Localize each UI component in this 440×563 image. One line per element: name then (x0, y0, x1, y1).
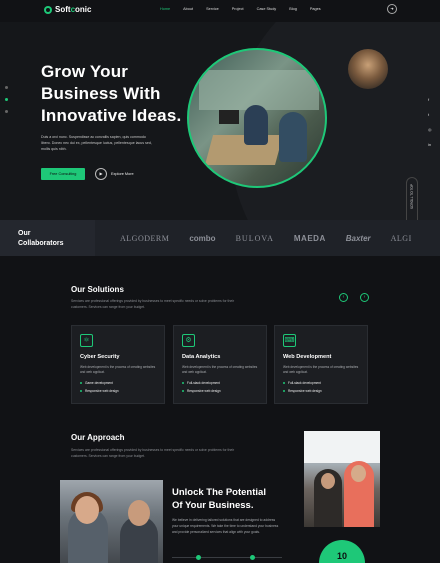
approach-progress-slider[interactable] (172, 555, 282, 560)
service-card-bullets: Full-stack development Responsive web de… (182, 381, 258, 393)
approach-description: Services are professional offerings prov… (71, 448, 235, 458)
service-card-data-analytics[interactable]: ⚙ Data Analytics Web development is the … (173, 325, 267, 404)
hero-title: Grow Your Business With Innovative Ideas… (41, 61, 201, 127)
hero-description: Duis a orci nunc. Suspendisse ac convall… (41, 135, 152, 151)
social-links: f t ◎ in (428, 97, 432, 157)
hero-section: Grow Your Business With Innovative Ideas… (0, 22, 440, 220)
slider-handle[interactable] (250, 555, 255, 560)
code-icon: ⌨ (283, 334, 296, 347)
service-bullet: Full-stack development (283, 381, 359, 385)
free-consulting-button[interactable]: Free Consulting (41, 168, 85, 180)
service-bullet: Game development (80, 381, 156, 385)
chevron-right-icon: › (363, 294, 366, 300)
partner-logo: ALGODERM (120, 234, 170, 243)
service-bullet: Responsive web design (283, 389, 359, 393)
hero-title-line: Business With (41, 84, 161, 103)
arrow-icon: ➜ (390, 6, 394, 11)
partner-logo: BULOVA (235, 234, 274, 243)
linkedin-icon[interactable]: in (428, 142, 432, 147)
nav-item-project[interactable]: Project (232, 7, 244, 11)
service-bullet: Responsive web design (182, 389, 258, 393)
facebook-icon[interactable]: f (428, 97, 432, 102)
unlock-description: We believe in delivering tailored soluti… (172, 518, 279, 534)
twitter-icon[interactable]: t (428, 112, 432, 117)
service-card-web-development[interactable]: ⌨ Web Development Web development is the… (274, 325, 368, 404)
solutions-description: Services are professional offerings prov… (71, 299, 235, 309)
nav-action-button[interactable]: ➜ (387, 4, 397, 14)
solutions-next-button[interactable]: › (360, 293, 369, 302)
nav-item-service[interactable]: Service (206, 7, 219, 11)
chevron-left-icon: ‹ (342, 294, 345, 300)
service-card-title: Cyber Security (80, 354, 120, 360)
top-navbar: Softconic Home About Service Project Cas… (0, 0, 440, 22)
hero-title-line: Innovative Ideas. (41, 106, 182, 125)
approach-title: Our Approach (71, 433, 125, 442)
service-card-description: Web development is the process of creati… (283, 365, 359, 374)
hero-office-image (187, 48, 327, 188)
atom-icon: ⚛ (80, 334, 93, 347)
service-card-title: Data Analytics (182, 354, 221, 360)
slider-handle[interactable] (196, 555, 201, 560)
collaborators-title: Our Collaborators (0, 220, 95, 256)
service-card-cyber-security[interactable]: ⚛ Cyber Security Web development is the … (71, 325, 165, 404)
service-card-description: Web development is the process of creati… (80, 365, 156, 374)
scroll-to-top-button[interactable]: SCROLL TO TOP (406, 177, 418, 220)
service-card-title: Web Development (283, 354, 332, 360)
partner-logo: MAEDA (293, 234, 326, 243)
scroll-to-top-label: SCROLL TO TOP (410, 184, 414, 210)
hero-small-image (348, 49, 388, 89)
partner-logo: ALGI (390, 234, 412, 243)
solutions-title: Our Solutions (71, 285, 124, 294)
service-card-description: Web development is the process of creati… (182, 365, 258, 374)
solutions-prev-button[interactable]: ‹ (339, 293, 348, 302)
approach-team-image (304, 431, 380, 527)
hero-title-line: Grow Your (41, 62, 129, 81)
collaborators-strip: Our Collaborators ALGODERM combo BULOVA … (0, 220, 440, 256)
logo-icon (44, 5, 52, 14)
nav-item-blog[interactable]: Blog (289, 7, 297, 11)
explore-more-label: Explore More (111, 172, 134, 176)
slider-dot[interactable] (5, 86, 8, 89)
hero-slider-dots (5, 86, 8, 122)
nav-item-about[interactable]: About (183, 7, 193, 11)
service-bullet: Full-stack development (182, 381, 258, 385)
nav-item-pages[interactable]: Pages (310, 7, 321, 11)
main-menu: Home About Service Project Case Study Bl… (160, 7, 334, 11)
logo-text: Softconic (55, 5, 92, 14)
slider-dot-active[interactable] (5, 98, 8, 101)
nav-item-case-study[interactable]: Case Study (257, 7, 277, 11)
partner-logos: ALGODERM combo BULOVA MAEDA Baxter ALGI (120, 234, 432, 243)
service-card-bullets: Full-stack development Responsive web de… (283, 381, 359, 393)
explore-more-button[interactable]: ▶ Explore More (95, 168, 134, 180)
service-bullet: Responsive web design (80, 389, 156, 393)
approach-people-image (60, 480, 163, 563)
service-card-bullets: Game development Responsive web design (80, 381, 156, 393)
experience-badge: 10 (319, 540, 365, 563)
partner-logo: Baxter (345, 234, 371, 243)
slider-dot[interactable] (5, 110, 8, 113)
partner-logo: combo (189, 234, 216, 243)
analytics-icon: ⚙ (182, 334, 195, 347)
play-icon: ▶ (95, 168, 107, 180)
brand-logo[interactable]: Softconic (44, 5, 91, 14)
nav-item-home[interactable]: Home (160, 7, 170, 11)
instagram-icon[interactable]: ◎ (428, 127, 432, 132)
unlock-heading: Unlock The Potential Of Your Business. (172, 487, 266, 511)
